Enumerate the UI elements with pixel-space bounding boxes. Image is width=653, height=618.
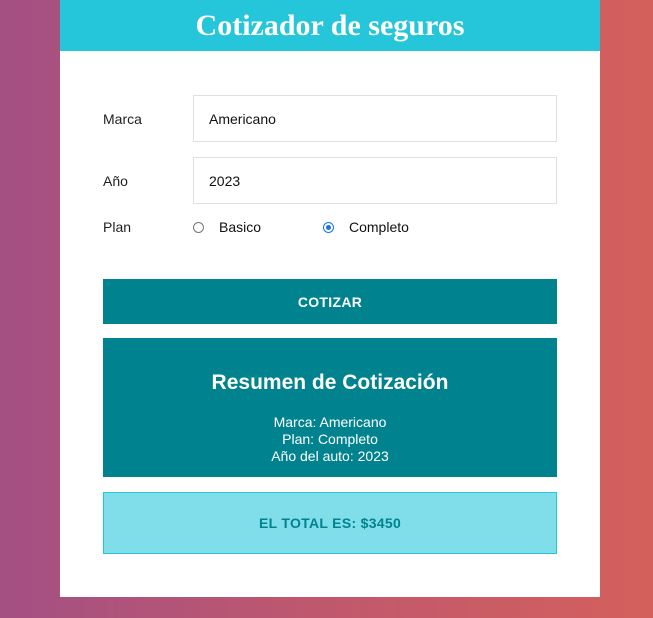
plan-label: Plan xyxy=(103,219,132,235)
cotizar-button[interactable]: COTIZAR xyxy=(103,279,557,324)
anio-label: Año xyxy=(103,172,128,189)
plan-row: Plan Basico Completo xyxy=(103,216,557,238)
summary-plan: Plan: Completo xyxy=(282,431,378,447)
radio-completo[interactable] xyxy=(323,221,334,233)
radio-completo-label: Completo xyxy=(349,219,409,235)
summary-anio: Año del auto: 2023 xyxy=(271,448,389,464)
plan-option-completo[interactable]: Completo xyxy=(323,219,453,235)
quote-form: Marca Americano Año 2023 Plan Basico Com… xyxy=(103,95,557,238)
header-bar: Cotizador de seguros xyxy=(60,0,600,51)
anio-select[interactable]: 2023 xyxy=(193,157,557,204)
radio-basico[interactable] xyxy=(193,221,204,233)
marca-row: Marca Americano xyxy=(103,95,557,142)
summary-box: Resumen de Cotización Marca: Americano P… xyxy=(103,338,557,477)
summary-marca: Marca: Americano xyxy=(273,414,387,430)
total-box: EL TOTAL ES: $3450 xyxy=(103,492,557,554)
marca-select[interactable]: Americano xyxy=(193,95,557,142)
marca-label: Marca xyxy=(103,110,142,127)
summary-title: Resumen de Cotización xyxy=(211,371,449,394)
page-title: Cotizador de seguros xyxy=(195,8,465,42)
quote-card: Cotizador de seguros Marca Americano Año… xyxy=(60,0,600,597)
plan-radio-group: Basico Completo xyxy=(193,219,453,235)
summary-lines: Marca: Americano Plan: Completo Año del … xyxy=(103,414,557,465)
plan-option-basico[interactable]: Basico xyxy=(193,219,323,235)
radio-basico-label: Basico xyxy=(219,219,262,235)
anio-row: Año 2023 xyxy=(103,157,557,204)
